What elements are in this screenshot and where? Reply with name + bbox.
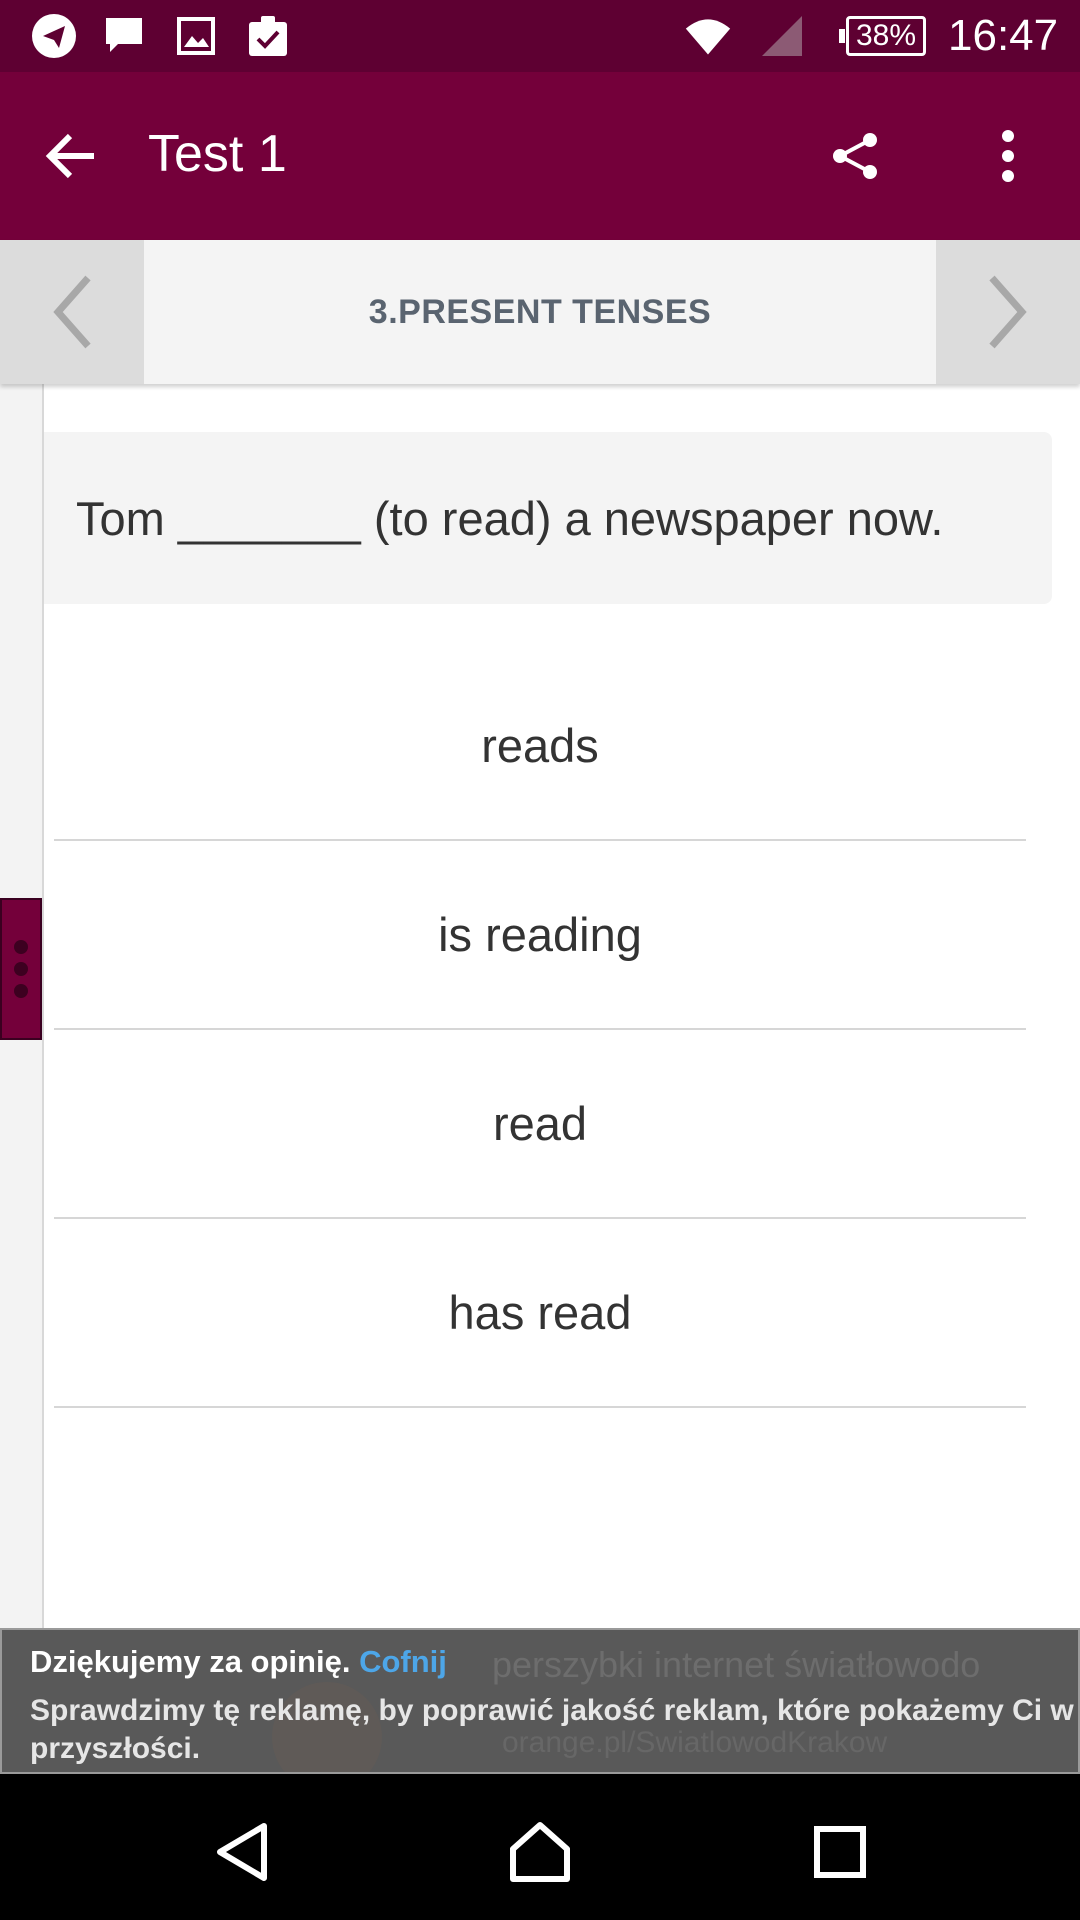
wifi-icon [684,12,732,60]
ad-feedback-banner: perszybki internet światłowodo orange.pl… [0,1628,1080,1774]
nav-recents-button[interactable] [792,1804,888,1900]
ad-thanks-text: Dziękujemy za opinię. [30,1644,351,1679]
chevron-right-icon [989,275,1027,349]
home-icon [510,1822,570,1882]
arrow-left-icon [45,133,94,179]
page-title: Test 1 [148,125,287,183]
message-icon [100,12,148,60]
answer-option[interactable]: is reading [54,841,1026,1030]
clipboard-check-icon [244,12,292,60]
app-bar: Test 1 [0,72,1080,240]
ad-undo-link[interactable]: Cofnij [359,1644,447,1679]
system-navigation-bar [0,1774,1080,1920]
question-text: Tom _______ (to read) a newspaper now. [76,491,944,545]
battery-indicator: 38% [839,16,926,56]
nav-home-button[interactable] [492,1804,588,1900]
answer-label: read [492,1097,588,1150]
chevron-left-icon [53,275,91,349]
ad-background-headline: perszybki internet światłowodo [492,1644,981,1685]
answer-label: is reading [438,908,642,961]
status-bar: 38% 16:47 [0,0,1080,72]
telegram-icon [30,12,78,60]
drawer-handle[interactable] [0,898,42,1040]
question-card: Tom _______ (to read) a newspaper now. [44,432,1052,604]
ad-feedback-line: Dziękujemy za opinię. Cofnij [30,1644,447,1680]
more-vertical-icon [1002,130,1014,182]
answer-option[interactable]: read [54,1030,1026,1219]
signal-icon [758,12,806,60]
answer-list: reads is reading read has read [54,652,1026,1408]
answer-label: has read [448,1286,632,1339]
handle-dot [14,940,28,954]
back-button[interactable] [36,120,108,192]
handle-dot [14,962,28,976]
share-button[interactable] [820,120,892,192]
section-header: 3.PRESENT TENSES [0,240,1080,384]
more-options-button[interactable] [972,120,1044,192]
image-icon [172,12,220,60]
answer-option[interactable]: has read [54,1219,1026,1408]
nav-back-button[interactable] [194,1804,290,1900]
share-icon [833,133,877,179]
triangle-back-icon [217,1823,267,1881]
ad-feedback-message: Sprawdzimy tę reklamę, by poprawić jakoś… [30,1694,1074,1765]
answer-label: reads [481,719,599,772]
clock: 16:47 [948,11,1059,60]
answer-option[interactable]: reads [54,652,1026,841]
previous-section-button[interactable] [0,240,144,384]
handle-dot [14,984,28,998]
square-recents-icon [814,1826,866,1878]
section-title: 3.PRESENT TENSES [368,292,712,331]
next-section-button[interactable] [936,240,1080,384]
